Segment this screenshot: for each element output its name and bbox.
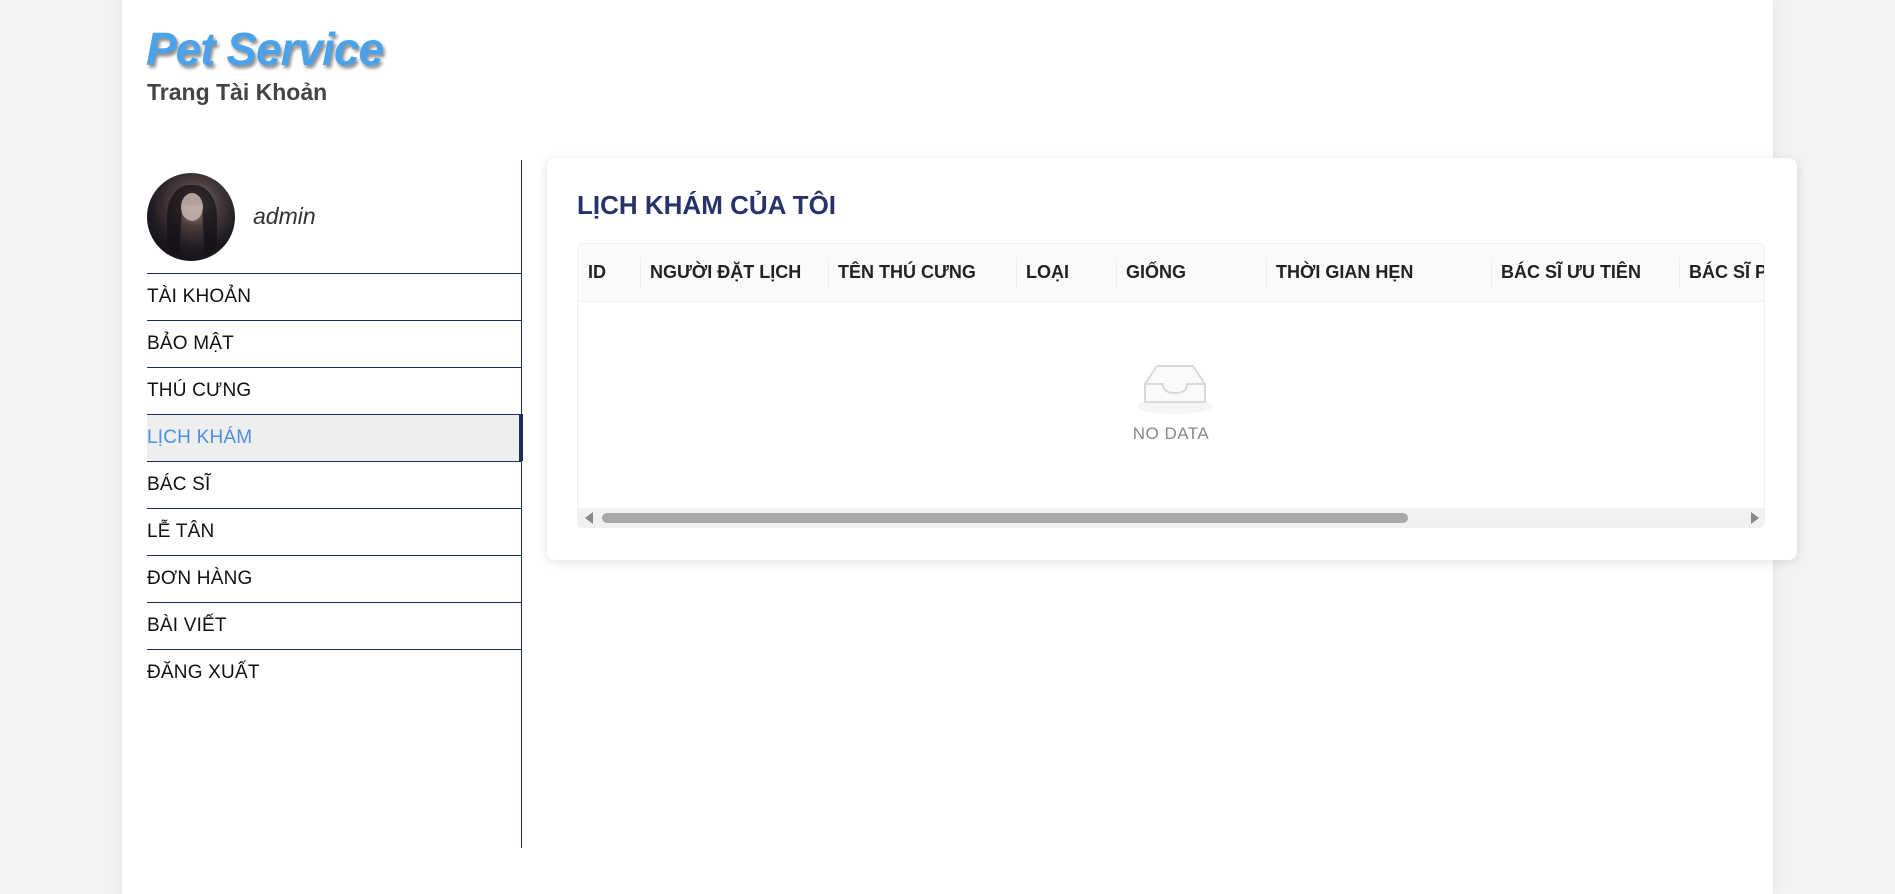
scroll-left-icon[interactable] [585,512,593,524]
appointments-panel: LỊCH KHÁM CỦA TÔI ID NGƯỜI ĐẶT LỊCH TÊN … [547,158,1797,560]
sidebar-item-reception[interactable]: LỄ TÂN [147,508,521,555]
sidebar-item-posts[interactable]: BÀI VIẾT [147,602,521,649]
username: admin [253,203,316,229]
scrollbar-thumb[interactable] [602,513,1408,523]
scroll-right-icon[interactable] [1751,512,1759,524]
empty-text: NO DATA [1132,424,1210,443]
column-header-appointment-time[interactable]: THỜI GIAN HẸN [1266,244,1491,301]
empty-state: NO DATA [578,302,1764,510]
brand-logo[interactable]: Pet Service [146,22,384,76]
page-subtitle: Trang Tài Khoản [147,79,328,105]
sidebar-item-account[interactable]: TÀI KHOẢN [147,273,521,320]
sidebar-item-logout[interactable]: ĐĂNG XUẤT [147,649,521,696]
column-header-id[interactable]: ID [578,244,640,301]
avatar-face [181,192,203,221]
sidebar: admin TÀI KHOẢN BẢO MẬT THÚ CƯNG LỊCH KH… [147,160,523,848]
table-header: ID NGƯỜI ĐẶT LỊCH TÊN THÚ CƯNG LOẠI GIỐN… [578,244,1764,302]
appointments-table: ID NGƯỜI ĐẶT LỊCH TÊN THÚ CƯNG LOẠI GIỐN… [577,243,1765,528]
empty-inbox-icon [1137,365,1213,414]
column-header-booker[interactable]: NGƯỜI ĐẶT LỊCH [640,244,828,301]
avatar[interactable] [147,172,235,261]
sidebar-item-appointments[interactable]: LỊCH KHÁM [147,414,523,461]
sidebar-item-pets[interactable]: THÚ CƯNG [147,367,521,414]
sidebar-item-doctors[interactable]: BÁC SĨ [147,461,521,508]
profile: admin [147,160,521,273]
column-header-assigned-doctor[interactable]: BÁC SĨ PH [1679,244,1764,301]
column-header-breed[interactable]: GIỐNG [1116,244,1266,301]
panel-title: LỊCH KHÁM CỦA TÔI [577,190,837,220]
column-header-preferred-doctor[interactable]: BÁC SĨ ƯU TIÊN [1491,244,1679,301]
sidebar-item-security[interactable]: BẢO MẬT [147,320,521,367]
account-page: Pet Service Trang Tài Khoản admin TÀI KH… [122,0,1797,894]
sidebar-item-orders[interactable]: ĐƠN HÀNG [147,555,521,602]
column-header-type[interactable]: LOẠI [1016,244,1116,301]
sidebar-menu: TÀI KHOẢN BẢO MẬT THÚ CƯNG LỊCH KHÁM BÁC… [147,273,523,696]
horizontal-scrollbar[interactable] [578,508,1764,527]
column-header-pet-name[interactable]: TÊN THÚ CƯNG [828,244,1016,301]
